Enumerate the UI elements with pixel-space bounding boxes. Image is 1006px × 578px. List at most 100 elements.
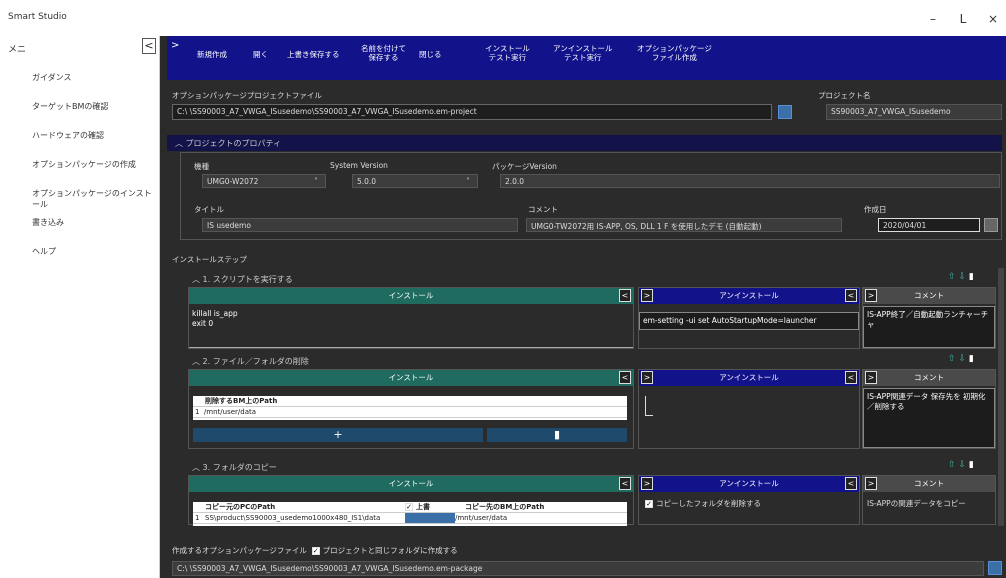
checkbox-icon[interactable]: ✓ (645, 500, 653, 508)
system-version-select[interactable]: 5.0.0 (352, 174, 478, 188)
arrow-down-icon[interactable]: ⇩ (958, 460, 966, 470)
calendar-icon[interactable] (984, 218, 998, 232)
chevron-left-icon[interactable]: < (845, 477, 857, 490)
grid-col-overwrite: ✓ 上書 (405, 502, 465, 512)
chevron-right-icon[interactable]: > (865, 371, 877, 384)
sidebar-item-install-package[interactable]: オプションパッケージのインストール (32, 188, 159, 210)
row-src-path[interactable]: SS\product\SS90003_usedemo1000x480_IS1\d… (205, 513, 405, 523)
date-label: 作成日 (864, 205, 887, 214)
create-package-button[interactable]: オプションパッケージ ファイル作成 (637, 44, 712, 62)
minimize-button[interactable]: – (926, 12, 940, 26)
row-number: 1 (195, 514, 200, 522)
row-overwrite-cell[interactable] (405, 513, 455, 523)
close-project-button[interactable]: 閉じる (419, 50, 442, 59)
chevron-left-icon[interactable]: < (619, 477, 631, 490)
chevron-right-icon[interactable]: > (865, 289, 877, 302)
grid-header: コピー元のPCのPath ✓ 上書 コピー先のBM上のPath (193, 502, 627, 513)
row-path[interactable]: /mnt/user/data (204, 408, 256, 416)
new-button[interactable]: 新規作成 (197, 50, 227, 59)
sidebar-item-write[interactable]: 書き込み (32, 217, 64, 228)
uninstall-test-button[interactable]: アンインストール テスト実行 (553, 44, 613, 62)
chevron-left-icon[interactable]: < (845, 289, 857, 302)
chevron-left-icon[interactable]: < (619, 289, 631, 302)
sidebar-item-hardware[interactable]: ハードウェアの確認 (32, 130, 104, 141)
arrow-up-icon[interactable]: ⇧ (948, 460, 956, 470)
maximize-button[interactable]: L (956, 12, 970, 26)
step2-install-header-label: インストール (388, 373, 434, 382)
output-file-row: 作成するオプションパッケージファイル ✓ プロジェクトと同じフォルダに作成する (172, 545, 458, 556)
chevron-right-icon[interactable]: > (641, 289, 653, 302)
scrollbar[interactable] (998, 268, 1004, 526)
same-folder-label: プロジェクトと同じフォルダに作成する (322, 546, 458, 555)
step3-title: 3. フォルダのコピー (202, 463, 277, 472)
step2-install-header: インストール < (189, 370, 633, 386)
step1-comment-text[interactable]: IS-APP終了／自動起動ランチャーチャ (863, 306, 995, 348)
step3-comment-text[interactable]: IS-APPの関連データをコピー (867, 498, 966, 509)
chevron-right-icon[interactable]: > (865, 477, 877, 490)
arrow-up-icon[interactable]: ⇧ (948, 354, 956, 364)
step3-comment-header: > コメント (863, 476, 995, 492)
comment-field[interactable]: UMG0-TW2072用 IS-APP, OS, DLL 1 F を使用したデモ… (526, 218, 842, 232)
arrow-down-icon[interactable]: ⇩ (958, 354, 966, 364)
folder-icon[interactable] (988, 561, 1002, 575)
arrow-down-icon[interactable]: ⇩ (958, 272, 966, 282)
model-select[interactable]: UMG0-W2072 (202, 174, 326, 188)
step1-header[interactable]: ︿ 1. スクリプトを実行する (192, 274, 293, 285)
step1-uninstall-script[interactable]: em-setting -ui set AutoStartupMode=launc… (639, 312, 859, 330)
table-row[interactable]: 1 /mnt/user/data (193, 407, 627, 418)
step1-comment-panel: > コメント IS-APP終了／自動起動ランチャーチャ (862, 287, 996, 349)
sidebar-collapse-button[interactable]: < (142, 38, 156, 54)
trash-icon[interactable]: ▮ (969, 354, 974, 364)
step1-install-script[interactable]: killall is_app exit 0 (189, 306, 633, 348)
chevron-right-icon[interactable]: > (641, 477, 653, 490)
step3-install-panel: インストール < コピー元のPCのPath ✓ 上書 コピー先のBM上のPath 1… (188, 475, 634, 526)
arrow-up-icon[interactable]: ⇧ (948, 272, 956, 282)
open-button[interactable]: 開く (253, 50, 268, 59)
step2-delete-grid: 削除するBM上のPath 1 /mnt/user/data (193, 396, 627, 420)
chevron-up-icon: ︿ (192, 357, 203, 366)
package-version-field[interactable]: 2.0.0 (500, 174, 1000, 188)
trash-icon[interactable]: ▮ (969, 460, 974, 470)
step2-comment-text[interactable]: IS-APP関連データ 保存先を 初期化／削除する (863, 388, 995, 448)
project-file-path[interactable]: C:\ \SS90003_A7_VWGA_ISusedemo\SS90003_A… (172, 104, 772, 120)
save-as-button[interactable]: 名前を付けて 保存する (361, 44, 406, 62)
step1-actions: ⇧ ⇩ ▮ (948, 272, 974, 282)
step2-header[interactable]: ︿ 2. ファイル／フォルダの削除 (192, 356, 309, 367)
delete-copied-folder-option[interactable]: ✓ コピーしたフォルダを削除する (645, 498, 761, 509)
close-button[interactable]: × (986, 12, 1000, 26)
step3-header[interactable]: ︿ 3. フォルダのコピー (192, 462, 277, 473)
sidebar-item-target-bm[interactable]: ターゲットBMの確認 (32, 101, 108, 112)
step3-comment-header-label: コメント (914, 479, 944, 488)
output-file-label: 作成するオプションパッケージファイル (172, 546, 307, 555)
chevron-right-icon[interactable]: > (641, 371, 653, 384)
chevron-down-icon: ˅ (314, 177, 318, 186)
date-field[interactable]: 2020/04/01 (878, 218, 980, 232)
project-name-field[interactable]: SS90003_A7_VWGA_ISusedemo (826, 104, 1002, 120)
folder-icon[interactable] (778, 105, 792, 119)
table-row[interactable]: 1 SS\product\SS90003_usedemo1000x480_IS1… (193, 513, 627, 524)
sidebar-item-help[interactable]: ヘルプ (32, 246, 56, 257)
row-dst-path[interactable]: /mnt/user/data (455, 513, 507, 523)
toolbar-expand-button[interactable]: > (171, 40, 181, 76)
title-label: タイトル (194, 205, 224, 214)
grid-col-dst: コピー先のBM上のPath (465, 503, 545, 511)
sidebar-item-create-package[interactable]: オプションパッケージの作成 (32, 159, 136, 170)
step2-comment-header: > コメント (863, 370, 995, 386)
output-file-path[interactable]: C:\ \SS90003_A7_VWGA_ISusedemo\SS90003_A… (172, 561, 984, 576)
save-button[interactable]: 上書き保存する (287, 50, 340, 59)
properties-section-header[interactable]: ︿ プロジェクトのプロパティ (167, 135, 1002, 151)
add-row-button[interactable]: + (193, 428, 483, 442)
sidebar-item-guidance[interactable]: ガイダンス (32, 72, 72, 83)
delete-row-button[interactable]: ▮ (487, 428, 627, 442)
step1-uninstall-header: > アンインストール < (639, 288, 859, 304)
title-field[interactable]: IS usedemo (202, 218, 518, 232)
chevron-left-icon[interactable]: < (845, 371, 857, 384)
step1-install-panel: インストール < killall is_app exit 0 (188, 287, 634, 349)
checkbox-icon[interactable]: ✓ (405, 503, 413, 511)
trash-icon[interactable]: ▮ (969, 272, 974, 282)
install-test-button[interactable]: インストール テスト実行 (485, 44, 530, 62)
checkbox-icon[interactable]: ✓ (311, 547, 320, 555)
chevron-left-icon[interactable]: < (619, 371, 631, 384)
system-version-label: System Version (330, 161, 388, 170)
toolbar: > 新規作成 開く 上書き保存する 名前を付けて 保存する 閉じる インストール… (167, 36, 1006, 80)
